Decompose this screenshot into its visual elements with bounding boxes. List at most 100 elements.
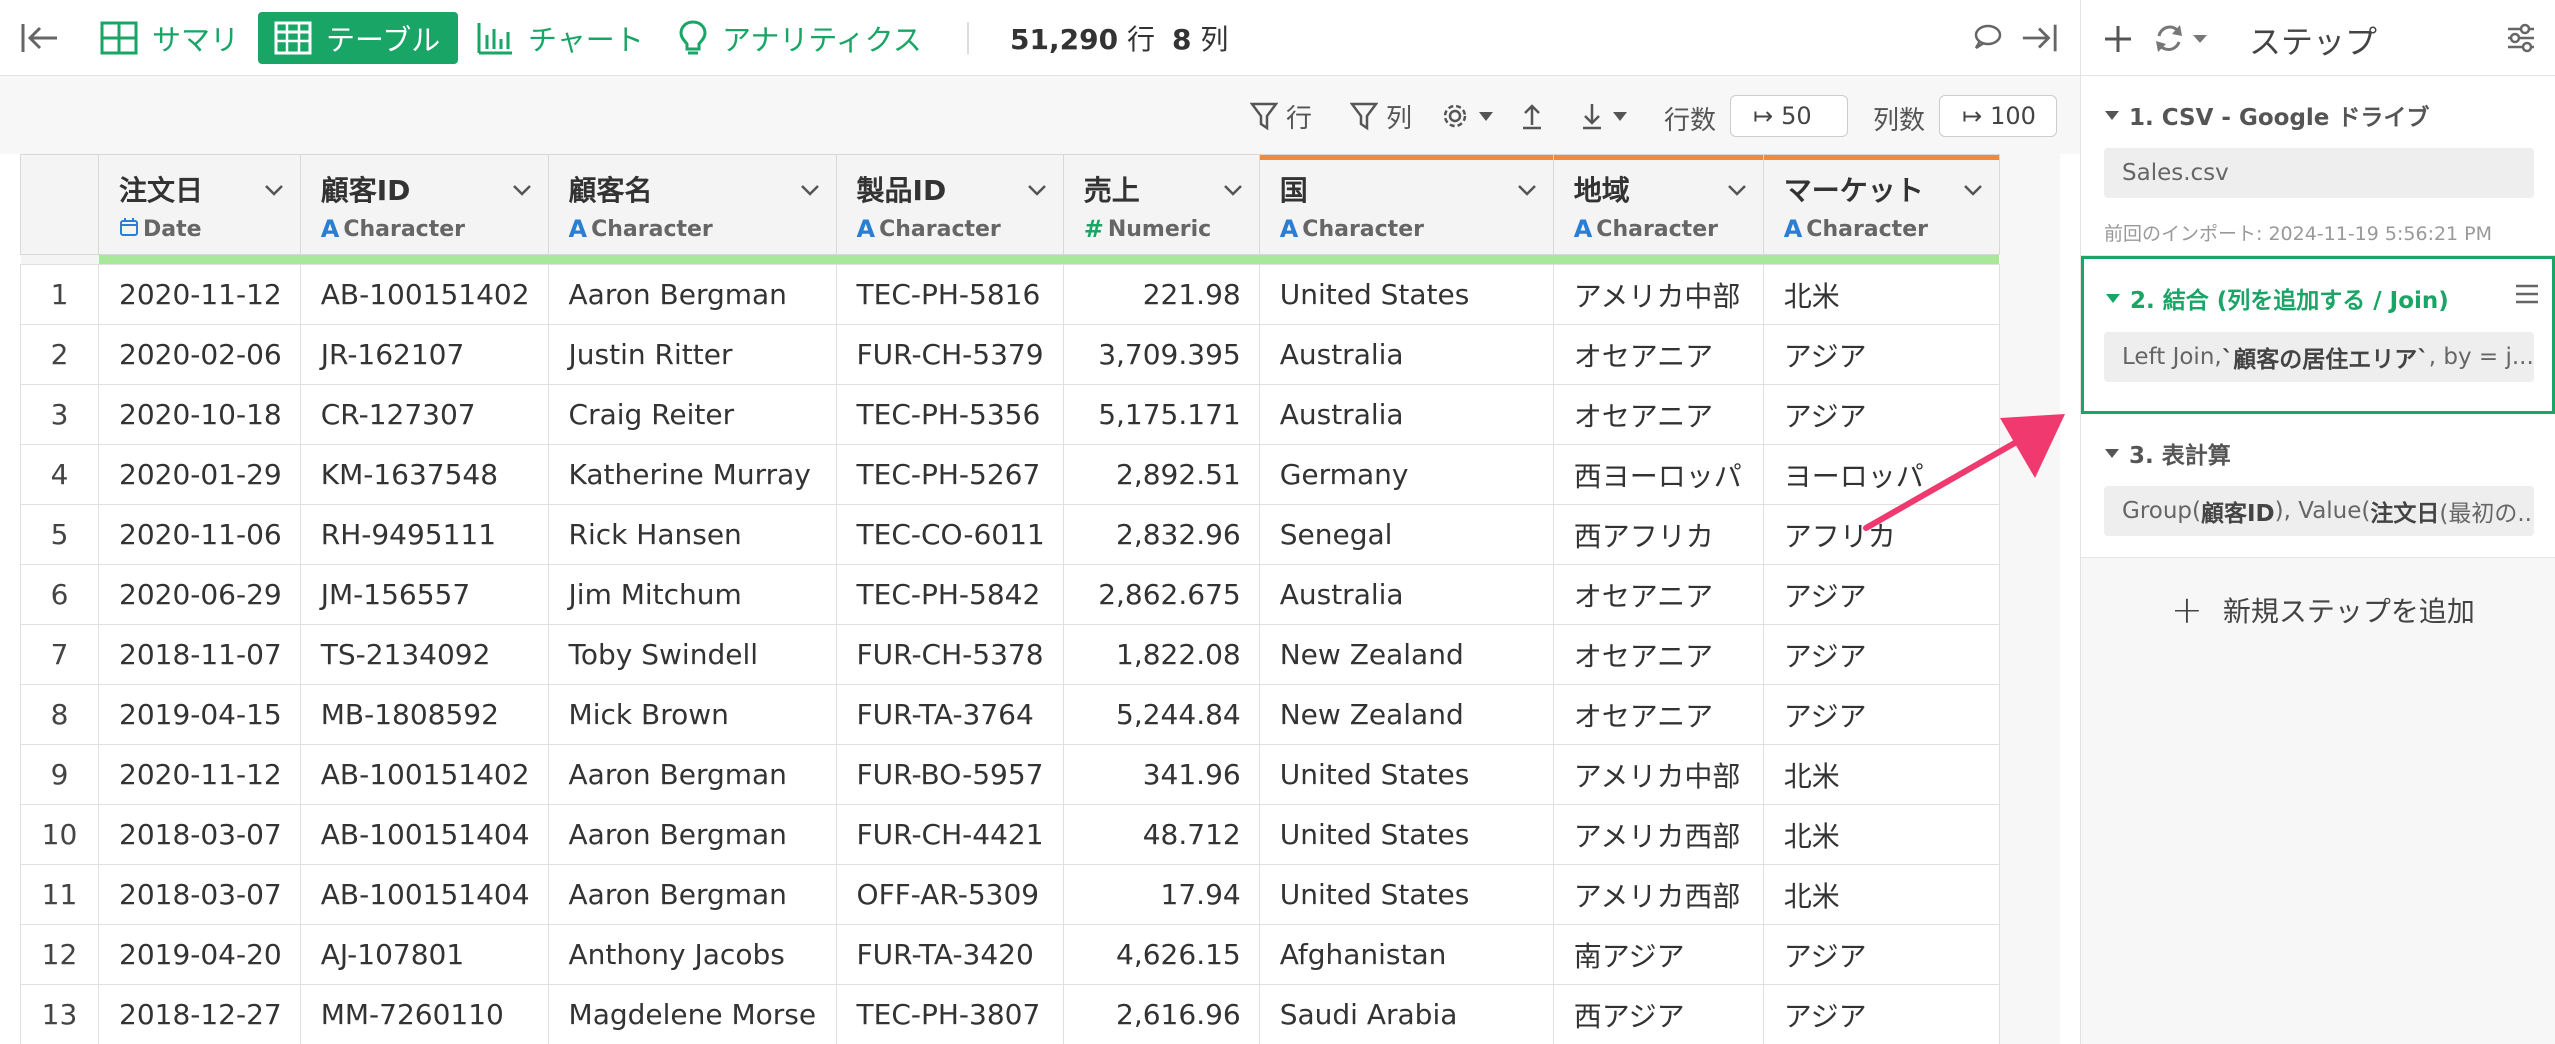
table-cell[interactable]: オセアニア bbox=[1552, 624, 1764, 685]
table-cell[interactable]: 2020-11-12 bbox=[98, 744, 301, 805]
table-cell[interactable]: TEC-CO-6011 bbox=[835, 504, 1064, 565]
table-cell[interactable]: Australia bbox=[1258, 324, 1554, 385]
table-cell[interactable]: RH-9495111 bbox=[299, 504, 549, 565]
table-cell[interactable]: Jim Mitchum bbox=[547, 564, 837, 625]
table-cell[interactable]: Anthony Jacobs bbox=[547, 924, 837, 985]
table-cell[interactable]: TEC-PH-3807 bbox=[835, 984, 1064, 1044]
step-3-summary[interactable]: Group(顧客ID), Value(注文日 (最初の... bbox=[2104, 486, 2534, 536]
table-cell[interactable]: TEC-PH-5816 bbox=[835, 264, 1064, 325]
column-menu-chevron-icon[interactable] bbox=[264, 183, 284, 197]
table-cell[interactable]: 1,822.08 bbox=[1062, 624, 1260, 685]
table-cell[interactable]: Aaron Bergman bbox=[547, 744, 837, 805]
table-cell[interactable]: 2018-11-07 bbox=[98, 624, 301, 685]
table-cell[interactable]: オセアニア bbox=[1552, 564, 1764, 625]
table-cell[interactable]: OFF-AR-5309 bbox=[835, 864, 1064, 925]
column-header[interactable]: 注文日 Date bbox=[98, 154, 301, 255]
table-cell[interactable]: AB-100151402 bbox=[299, 744, 549, 805]
sort-asc-button[interactable] bbox=[1520, 98, 1552, 134]
sliders-icon[interactable] bbox=[2505, 22, 2537, 54]
table-cell[interactable]: New Zealand bbox=[1258, 624, 1554, 685]
table-cell[interactable]: New Zealand bbox=[1258, 684, 1554, 745]
collapse-left-icon[interactable] bbox=[20, 20, 60, 56]
table-cell[interactable]: TEC-PH-5267 bbox=[835, 444, 1064, 505]
table-cell[interactable]: 17.94 bbox=[1062, 864, 1260, 925]
table-cell[interactable]: 2020-10-18 bbox=[98, 384, 301, 445]
table-cell[interactable]: Mick Brown bbox=[547, 684, 837, 745]
table-cell[interactable]: Australia bbox=[1258, 384, 1554, 445]
table-cell[interactable]: Justin Ritter bbox=[547, 324, 837, 385]
table-cell[interactable]: 5,175.171 bbox=[1062, 384, 1260, 445]
column-menu-chevron-icon[interactable] bbox=[1963, 183, 1983, 197]
table-cell[interactable]: アジア bbox=[1762, 564, 2000, 625]
column-header[interactable]: 製品ID A Character bbox=[835, 154, 1064, 255]
table-cell[interactable]: Australia bbox=[1258, 564, 1554, 625]
filter-rows-button[interactable]: 行 bbox=[1250, 98, 1312, 134]
comment-icon[interactable] bbox=[1968, 20, 2006, 56]
table-cell[interactable]: Aaron Bergman bbox=[547, 864, 837, 925]
table-cell[interactable]: FUR-BO-5957 bbox=[835, 744, 1064, 805]
table-cell[interactable]: 2018-03-07 bbox=[98, 864, 301, 925]
step-3-title[interactable]: 3. 表計算 bbox=[2105, 436, 2231, 470]
column-menu-chevron-icon[interactable] bbox=[512, 183, 532, 197]
table-cell[interactable]: アメリカ西部 bbox=[1552, 804, 1764, 865]
column-menu-chevron-icon[interactable] bbox=[1517, 183, 1537, 197]
step-1-title[interactable]: 1. CSV - Google ドライブ bbox=[2105, 98, 2429, 132]
table-cell[interactable]: 2020-11-06 bbox=[98, 504, 301, 565]
table-cell[interactable]: KM-1637548 bbox=[299, 444, 549, 505]
table-cell[interactable]: Germany bbox=[1258, 444, 1554, 505]
table-cell[interactable]: アジア bbox=[1762, 924, 2000, 985]
table-cell[interactable]: アメリカ中部 bbox=[1552, 744, 1764, 805]
tab-summary[interactable]: サマリ bbox=[84, 12, 257, 64]
table-cell[interactable]: アジア bbox=[1762, 684, 2000, 745]
table-cell[interactable]: CR-127307 bbox=[299, 384, 549, 445]
table-cell[interactable]: 西アジア bbox=[1552, 984, 1764, 1044]
table-cell[interactable]: アジア bbox=[1762, 384, 2000, 445]
settings-dropdown[interactable] bbox=[1440, 98, 1502, 134]
table-cell[interactable]: 4,626.15 bbox=[1062, 924, 1260, 985]
table-cell[interactable]: Senegal bbox=[1258, 504, 1554, 565]
table-cell[interactable]: 2020-11-12 bbox=[98, 264, 301, 325]
table-cell[interactable]: 南アジア bbox=[1552, 924, 1764, 985]
table-cell[interactable]: 2018-03-07 bbox=[98, 804, 301, 865]
table-cell[interactable]: 2020-06-29 bbox=[98, 564, 301, 625]
table-cell[interactable]: オセアニア bbox=[1552, 384, 1764, 445]
table-cell[interactable]: FUR-TA-3764 bbox=[835, 684, 1064, 745]
table-cell[interactable]: TEC-PH-5842 bbox=[835, 564, 1064, 625]
table-cell[interactable]: JR-162107 bbox=[299, 324, 549, 385]
table-cell[interactable]: 2,616.96 bbox=[1062, 984, 1260, 1044]
table-cell[interactable]: MM-7260110 bbox=[299, 984, 549, 1044]
table-cell[interactable]: FUR-CH-5378 bbox=[835, 624, 1064, 685]
col-count-input[interactable]: ↦ 100 bbox=[1939, 95, 2057, 137]
table-cell[interactable]: アメリカ西部 bbox=[1552, 864, 1764, 925]
step-1[interactable]: 1. CSV - Google ドライブ Sales.csv 前回のインポート:… bbox=[2081, 76, 2555, 256]
table-cell[interactable]: FUR-CH-4421 bbox=[835, 804, 1064, 865]
table-cell[interactable]: 2018-12-27 bbox=[98, 984, 301, 1044]
table-cell[interactable]: 北米 bbox=[1762, 264, 2000, 325]
column-header[interactable]: 売上 # Numeric bbox=[1062, 154, 1260, 255]
tab-table[interactable]: テーブル bbox=[258, 12, 459, 64]
table-cell[interactable]: MB-1808592 bbox=[299, 684, 549, 745]
column-menu-chevron-icon[interactable] bbox=[800, 183, 820, 197]
filter-cols-button[interactable]: 列 bbox=[1350, 98, 1412, 134]
table-cell[interactable]: 北米 bbox=[1762, 804, 2000, 865]
table-cell[interactable]: 2,832.96 bbox=[1062, 504, 1260, 565]
step-2-summary[interactable]: Left Join, `顧客の居住エリア`, by = j... bbox=[2104, 332, 2534, 382]
column-header[interactable]: 顧客ID A Character bbox=[299, 154, 549, 255]
column-header[interactable]: マーケット A Character bbox=[1762, 154, 2000, 255]
table-cell[interactable]: ヨーロッパ bbox=[1762, 444, 2000, 505]
refresh-icon[interactable] bbox=[2153, 22, 2213, 56]
table-cell[interactable]: オセアニア bbox=[1552, 684, 1764, 745]
table-cell[interactable]: 2,892.51 bbox=[1062, 444, 1260, 505]
column-menu-chevron-icon[interactable] bbox=[1223, 183, 1243, 197]
table-cell[interactable]: Rick Hansen bbox=[547, 504, 837, 565]
add-step-button[interactable]: + 新規ステップを追加 bbox=[2171, 588, 2475, 632]
table-cell[interactable]: AB-100151404 bbox=[299, 804, 549, 865]
table-cell[interactable]: 48.712 bbox=[1062, 804, 1260, 865]
table-cell[interactable]: 221.98 bbox=[1062, 264, 1260, 325]
row-count-input[interactable]: ↦ 50 bbox=[1730, 95, 1848, 137]
table-cell[interactable]: 北米 bbox=[1762, 864, 2000, 925]
table-cell[interactable]: 341.96 bbox=[1062, 744, 1260, 805]
table-cell[interactable]: アジア bbox=[1762, 984, 2000, 1044]
table-cell[interactable]: TEC-PH-5356 bbox=[835, 384, 1064, 445]
table-cell[interactable]: アフリカ bbox=[1762, 504, 2000, 565]
